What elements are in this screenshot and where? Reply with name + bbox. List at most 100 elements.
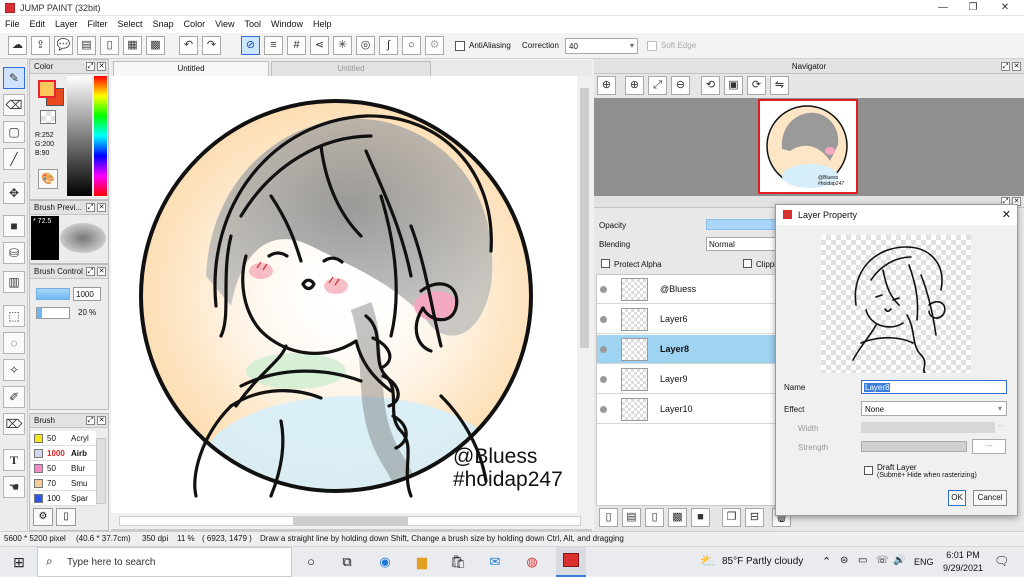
gradient-tool-icon[interactable]: ▥	[3, 271, 25, 293]
redo-icon[interactable]: ↷	[202, 36, 221, 55]
share-icon[interactable]: ⇪	[31, 36, 50, 55]
close-icon[interactable]: ✕	[97, 62, 106, 71]
reset-view-icon[interactable]: ▣	[724, 76, 743, 95]
grid-snap-icon[interactable]: #	[287, 36, 306, 55]
ok-button[interactable]: OK	[948, 490, 966, 506]
hue-slider[interactable]	[94, 76, 107, 196]
text-tool-icon[interactable]: T	[3, 449, 25, 471]
grid-layout-icon[interactable]: ▩	[146, 36, 165, 55]
rotate-left-icon[interactable]: ⟲	[701, 76, 720, 95]
tab-untitled-inactive[interactable]: Untitled	[271, 61, 431, 76]
radial-snap-icon[interactable]: ✳	[333, 36, 352, 55]
hand-tool-icon[interactable]: ☚	[3, 476, 25, 498]
comment-icon[interactable]: 💬	[54, 36, 73, 55]
zoom-out-icon[interactable]: ⊖	[671, 76, 690, 95]
float-icon[interactable]: ⤢	[1001, 62, 1010, 71]
close-icon[interactable]: ✕	[97, 416, 106, 425]
meet-now-icon[interactable]: ⊜	[840, 555, 848, 566]
jump-paint-taskbar-item[interactable]	[556, 547, 586, 577]
line-tool-icon[interactable]: ╱	[3, 148, 25, 170]
search-box[interactable]: ⌕ Type here to search	[37, 547, 292, 577]
zoom-in-alt-icon[interactable]: ⊕	[625, 76, 644, 95]
navigator-thumbnail[interactable]: @Bluess #hoidap247	[758, 99, 858, 194]
page-icon[interactable]: ▯	[100, 36, 119, 55]
close-icon[interactable]: ✕	[97, 203, 106, 212]
menu-layer[interactable]: Layer	[50, 16, 83, 29]
effect-dropdown[interactable]: None ▾	[861, 401, 1007, 416]
layer-row[interactable]: Layer8	[597, 335, 775, 364]
language-indicator[interactable]: ENG	[914, 557, 934, 567]
clock-time[interactable]: 6:01 PM	[944, 550, 982, 560]
weather-text[interactable]: 85°F Partly cloudy	[722, 556, 803, 567]
settings-icon[interactable]: ⚙	[425, 36, 444, 55]
windows-start-icon[interactable]: ⊞	[8, 552, 30, 572]
soft-edge-checkbox[interactable]	[647, 41, 657, 51]
menu-color[interactable]: Color	[179, 16, 211, 29]
protect-alpha-checkbox[interactable]	[601, 259, 610, 268]
layer-row[interactable]: Layer10	[597, 395, 775, 424]
eraser-tool-icon[interactable]: ⌫	[3, 94, 25, 116]
circle-snap-icon[interactable]: ○	[402, 36, 421, 55]
draft-layer-checkbox[interactable]	[864, 466, 873, 475]
zoom-in-icon[interactable]: ⊕	[597, 76, 616, 95]
strength-slider[interactable]	[861, 441, 967, 452]
minimize-button[interactable]: —	[928, 0, 958, 16]
move-tool-icon[interactable]: ✥	[3, 182, 25, 204]
blending-dropdown[interactable]: Normal	[706, 237, 776, 251]
brush-list-item[interactable]: 100 Spar	[31, 491, 96, 506]
brush-list-item[interactable]: 50 Acryl	[31, 431, 96, 446]
brush-tool-icon[interactable]: ✎	[3, 67, 25, 89]
concentric-snap-icon[interactable]: ◎	[356, 36, 375, 55]
canvas-vertical-scrollbar[interactable]	[577, 76, 592, 513]
select-rect-icon[interactable]: ⬚	[3, 305, 25, 327]
primary-color-swatch[interactable]	[38, 80, 56, 98]
lasso-tool-icon[interactable]: ◌	[3, 332, 25, 354]
new-layer-copy-icon[interactable]: ▤	[622, 508, 641, 527]
brush-list-scrollbar[interactable]	[96, 438, 106, 504]
antialiasing-checkbox[interactable]	[455, 41, 465, 51]
battery-icon[interactable]: ▭	[858, 555, 867, 566]
layer-row[interactable]: Layer9	[597, 365, 775, 394]
new-brush-icon[interactable]: ▯	[56, 508, 76, 526]
select-eraser-icon[interactable]: ⌦	[3, 413, 25, 435]
curve-snap-icon[interactable]: ∫	[379, 36, 398, 55]
close-window-button[interactable]: ✕	[990, 0, 1020, 16]
edge-icon[interactable]: ◉	[374, 552, 396, 572]
new-layer-icon[interactable]: ▯	[599, 508, 618, 527]
cloud-icon[interactable]: ☁	[8, 36, 27, 55]
correction-dropdown[interactable]: 40 ▾	[565, 38, 638, 54]
duplicate-layer-icon[interactable]: ❐	[722, 508, 741, 527]
menu-tool[interactable]: Tool	[239, 16, 266, 29]
perspective-snap-icon[interactable]: ⋖	[310, 36, 329, 55]
pages-icon[interactable]: ▦	[123, 36, 142, 55]
brush-settings-icon[interactable]: ⚙	[33, 508, 53, 526]
clipping-checkbox[interactable]	[743, 259, 752, 268]
close-icon[interactable]: ✕	[97, 267, 106, 276]
rectangle-select-icon[interactable]: ▢	[3, 121, 25, 143]
menu-help[interactable]: Help	[308, 16, 337, 29]
brush-list-item[interactable]: 50 Blur	[31, 461, 96, 476]
brush-list-item[interactable]: 1000 Airb	[31, 446, 96, 461]
menu-filter[interactable]: Filter	[83, 16, 113, 29]
close-icon[interactable]: ✕	[1012, 62, 1021, 71]
brush-opacity-slider[interactable]	[36, 307, 70, 319]
float-icon[interactable]: ⤢	[86, 203, 95, 212]
canvas-paper[interactable]: @Bluess #hoidap247	[111, 76, 577, 513]
menu-select[interactable]: Select	[113, 16, 148, 29]
layer-visibility-icon[interactable]	[600, 286, 607, 293]
strength-input[interactable]: ---	[972, 439, 1006, 454]
cancel-button[interactable]: Cancel	[973, 490, 1007, 506]
notifications-icon[interactable]: 🗨	[994, 554, 1009, 568]
new-tone-layer-icon[interactable]: ▩	[668, 508, 687, 527]
undo-icon[interactable]: ↶	[179, 36, 198, 55]
horizontal-scroll-thumb[interactable]	[293, 517, 408, 525]
message-icon[interactable]: ▤	[77, 36, 96, 55]
menu-view[interactable]: View	[210, 16, 239, 29]
layer-row[interactable]: @Bluess	[597, 275, 775, 304]
menu-window[interactable]: Window	[266, 16, 308, 29]
cortana-icon[interactable]: ○	[300, 552, 322, 572]
mail-icon[interactable]: ✉	[484, 552, 506, 572]
layer-name-input[interactable]: Layer8	[861, 380, 1007, 394]
navigator-view[interactable]: @Bluess #hoidap247	[594, 98, 1024, 196]
fill-rect-icon[interactable]: ■	[3, 215, 25, 237]
